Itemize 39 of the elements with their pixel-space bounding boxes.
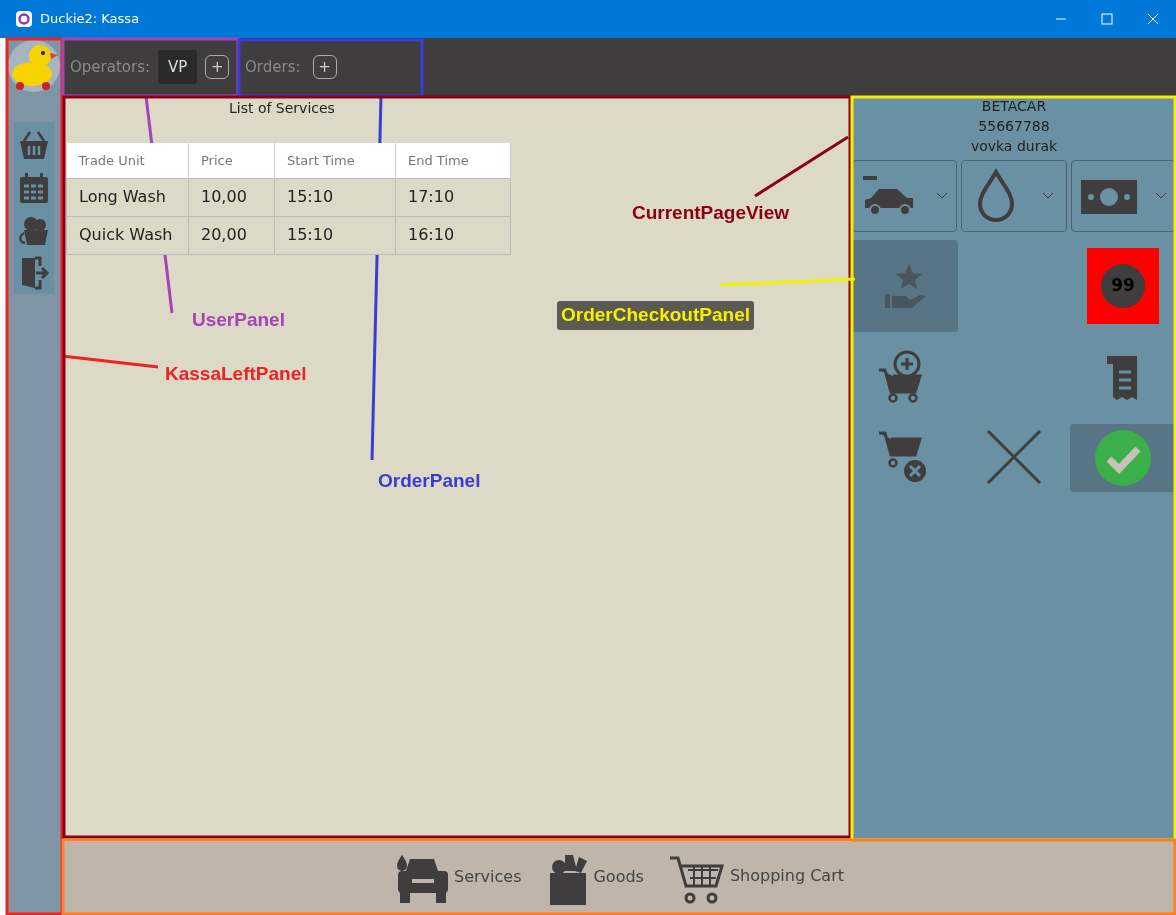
check-icon: [1094, 429, 1152, 487]
badge-count: 99: [1101, 264, 1145, 308]
customer-info: BETACAR: [980, 97, 1048, 116]
annotation-label: CurrentPageView: [632, 201, 789, 225]
table-cell: 17:10: [395, 178, 511, 216]
table-cell: 20,00: [188, 216, 275, 254]
table-cell: 15:10: [274, 216, 396, 254]
list-title: List of Services: [229, 99, 335, 118]
table-cell: 16:10: [395, 216, 511, 254]
nav-link[interactable]: Shopping Cart: [729, 863, 844, 888]
chevron-down-icon: [936, 192, 949, 200]
window-title: Duckie2: Kassa: [40, 10, 140, 29]
operator-chip[interactable]: VP: [158, 49, 198, 85]
table-cell: Quick Wash: [66, 216, 189, 254]
annotation-label: UserPanel: [192, 308, 285, 332]
confirm-button[interactable]: [1070, 424, 1176, 492]
operators-label: Operators:: [70, 56, 150, 78]
table-cell: 15:10: [274, 178, 396, 216]
annotation-label: OrderCheckoutPanel: [557, 301, 754, 330]
close-icon[interactable]: [984, 427, 1044, 487]
column-header: Trade Unit: [66, 143, 189, 178]
dropdown-selector[interactable]: [961, 160, 1067, 232]
add-operator-button[interactable]: +: [205, 55, 229, 79]
column-header: End Time: [395, 143, 511, 178]
app-icon: [16, 11, 32, 27]
customer-info: 55667788: [977, 117, 1051, 136]
nav-link[interactable]: Goods: [593, 864, 644, 889]
customer-info: vovka durak: [969, 137, 1059, 156]
table-cell: Long Wash: [66, 178, 189, 216]
annotation-label: KassaLeftPanel: [165, 362, 307, 386]
nav-link[interactable]: Services: [454, 864, 522, 889]
column-header: Start Time: [274, 143, 396, 178]
orders-label: Orders:: [245, 56, 301, 78]
column-header: Price: [188, 143, 275, 178]
chevron-down-icon: [1041, 192, 1054, 200]
chevron-down-icon: [1155, 192, 1168, 200]
add-order-button[interactable]: +: [312, 55, 337, 79]
annotation-label: OrderPanel: [378, 469, 481, 493]
table-cell: 10,00: [188, 178, 275, 216]
